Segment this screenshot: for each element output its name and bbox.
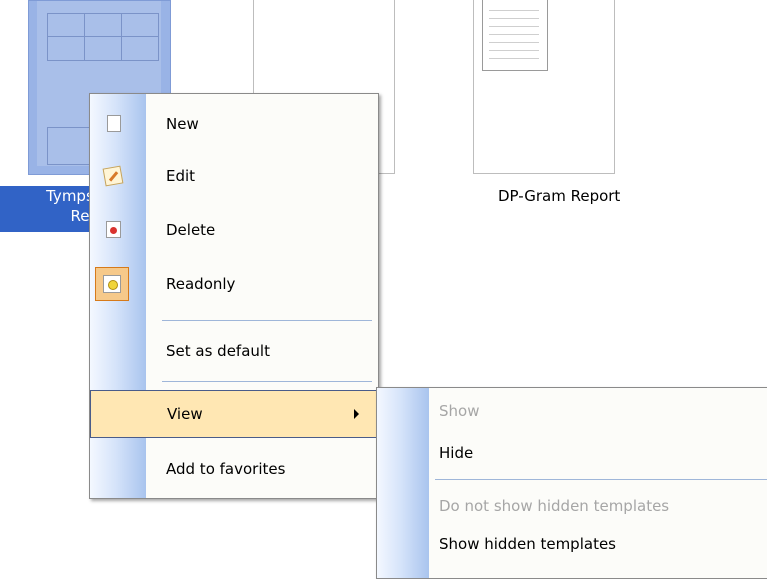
menu-item-label: Delete: [166, 221, 216, 239]
menu-item-label: Edit: [166, 167, 196, 185]
submenu-item-show-hidden[interactable]: Show hidden templates: [377, 521, 767, 567]
context-menu: New Edit Delete Readonly Set as default …: [89, 93, 379, 499]
menu-item-label: Show hidden templates: [439, 535, 616, 553]
view-submenu: Show Hide Do not show hidden templates S…: [376, 387, 767, 579]
menu-item-edit[interactable]: Edit: [90, 153, 378, 199]
menu-separator: [162, 320, 372, 321]
menu-item-label: Add to favorites: [166, 460, 286, 478]
menu-item-set-default[interactable]: Set as default: [90, 328, 378, 374]
menu-item-label: Set as default: [166, 342, 270, 360]
menu-item-label: Show: [439, 402, 480, 420]
menu-item-label: View: [167, 405, 203, 423]
submenu-item-hide[interactable]: Hide: [377, 430, 767, 476]
submenu-item-show: Show: [377, 388, 767, 434]
thumbnail-grid: [47, 13, 159, 61]
menu-item-delete[interactable]: Delete: [90, 207, 378, 253]
menu-separator: [435, 479, 767, 480]
menu-item-view[interactable]: View: [90, 390, 378, 438]
menu-item-label: Readonly: [166, 275, 236, 293]
submenu-arrow-icon: [354, 409, 359, 419]
menu-separator: [162, 381, 372, 382]
menu-item-readonly[interactable]: Readonly: [90, 261, 378, 307]
template-label-dpgram[interactable]: DP-Gram Report: [498, 186, 620, 206]
thumbnail-page-preview: [482, 0, 548, 71]
template-thumbnail-dpgram[interactable]: [473, 0, 615, 174]
menu-item-add-favorites[interactable]: Add to favorites: [90, 446, 378, 492]
menu-item-label: New: [166, 115, 199, 133]
menu-item-label: Hide: [439, 444, 474, 462]
new-document-icon: [107, 115, 121, 132]
delete-document-icon: [106, 221, 121, 238]
menu-item-new[interactable]: New: [90, 101, 378, 147]
edit-pencil-icon: [102, 165, 124, 187]
readonly-lock-icon: [103, 275, 121, 293]
